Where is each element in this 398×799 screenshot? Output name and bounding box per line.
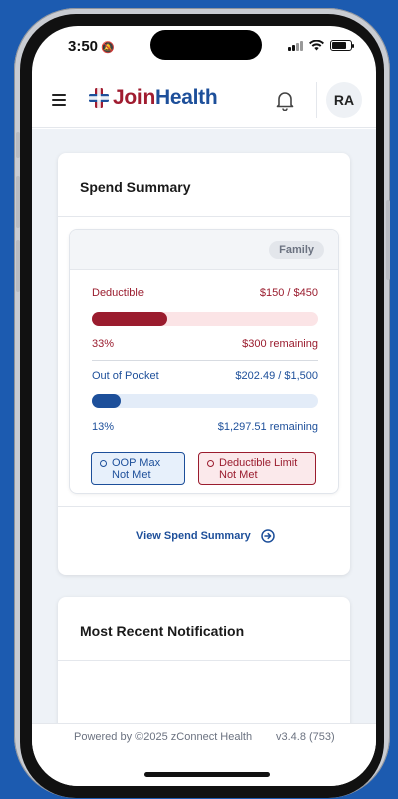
battery-icon	[330, 40, 354, 51]
medical-cross-icon	[89, 88, 109, 108]
status-icons	[288, 40, 354, 51]
wifi-icon	[309, 40, 324, 51]
notification-bell-icon[interactable]	[274, 89, 296, 111]
deductible-percent: 33%	[92, 338, 115, 350]
app-footer: Powered by ©2025 zConnect Health v3.4.8 …	[32, 723, 376, 786]
oop-percent: 13%	[92, 421, 115, 433]
notification-card: Most Recent Notification	[58, 597, 350, 723]
status-time: 3:50 🔕	[68, 38, 115, 55]
phone-screen: 3:50 🔕 JoinHealth RA Spend Summary Famil…	[32, 26, 376, 786]
spend-summary-card: Spend Summary Family Deductible $150 / $…	[58, 153, 350, 575]
version-text: v3.4.8 (753)	[276, 731, 335, 743]
spend-summary-title: Spend Summary	[58, 153, 350, 217]
family-accumulator-card: Family Deductible $150 / $450 33% $300 r…	[69, 229, 339, 494]
deductible-remaining: $300 remaining	[242, 338, 318, 350]
deductible-label: Deductible	[92, 287, 144, 299]
joinhealth-logo[interactable]: JoinHealth	[88, 86, 218, 110]
deductible-limit-status-badge: Deductible Limit Not Met	[198, 452, 316, 485]
family-badge: Family	[269, 241, 324, 259]
status-dot-icon	[207, 460, 214, 467]
header-divider	[316, 82, 317, 118]
arrow-right-circle-icon	[260, 529, 275, 543]
oop-status-row: 13% $1,297.51 remaining	[92, 421, 318, 433]
oop-progress-bar	[92, 394, 318, 408]
oop-row: Out of Pocket $202.49 / $1,500	[92, 370, 318, 382]
main-content[interactable]: Spend Summary Family Deductible $150 / $…	[32, 129, 376, 723]
oop-progress-fill	[92, 394, 122, 408]
deductible-row: Deductible $150 / $450	[92, 287, 318, 299]
dynamic-island	[150, 30, 262, 60]
app-header: JoinHealth RA	[32, 72, 376, 128]
status-dot-icon	[100, 460, 107, 467]
home-indicator[interactable]	[144, 772, 270, 777]
avatar[interactable]: RA	[326, 82, 362, 118]
mute-bell-icon: 🔕	[101, 42, 115, 54]
menu-icon[interactable]	[52, 94, 66, 109]
oop-max-status-badge: OOP Max Not Met	[91, 452, 185, 485]
status-bar: 3:50 🔕	[32, 26, 376, 72]
notification-title: Most Recent Notification	[58, 597, 350, 661]
spend-summary-footer: View Spend Summary	[58, 506, 350, 575]
accumulator-divider	[92, 360, 318, 361]
oop-amount: $202.49 / $1,500	[235, 370, 318, 382]
deductible-progress-fill	[92, 312, 167, 326]
oop-remaining: $1,297.51 remaining	[217, 421, 318, 433]
deductible-status-row: 33% $300 remaining	[92, 338, 318, 350]
logo-text: JoinHealth	[113, 86, 218, 109]
powered-by-text: Powered by ©2025 zConnect Health	[74, 731, 253, 743]
cellular-signal-icon	[288, 40, 303, 51]
power-button	[386, 200, 390, 280]
view-spend-summary-link[interactable]: View Spend Summary	[136, 529, 275, 543]
deductible-amount: $150 / $450	[259, 287, 318, 299]
accumulator-header: Family	[70, 230, 338, 270]
deductible-progress-bar	[92, 312, 318, 326]
oop-label: Out of Pocket	[92, 370, 159, 382]
